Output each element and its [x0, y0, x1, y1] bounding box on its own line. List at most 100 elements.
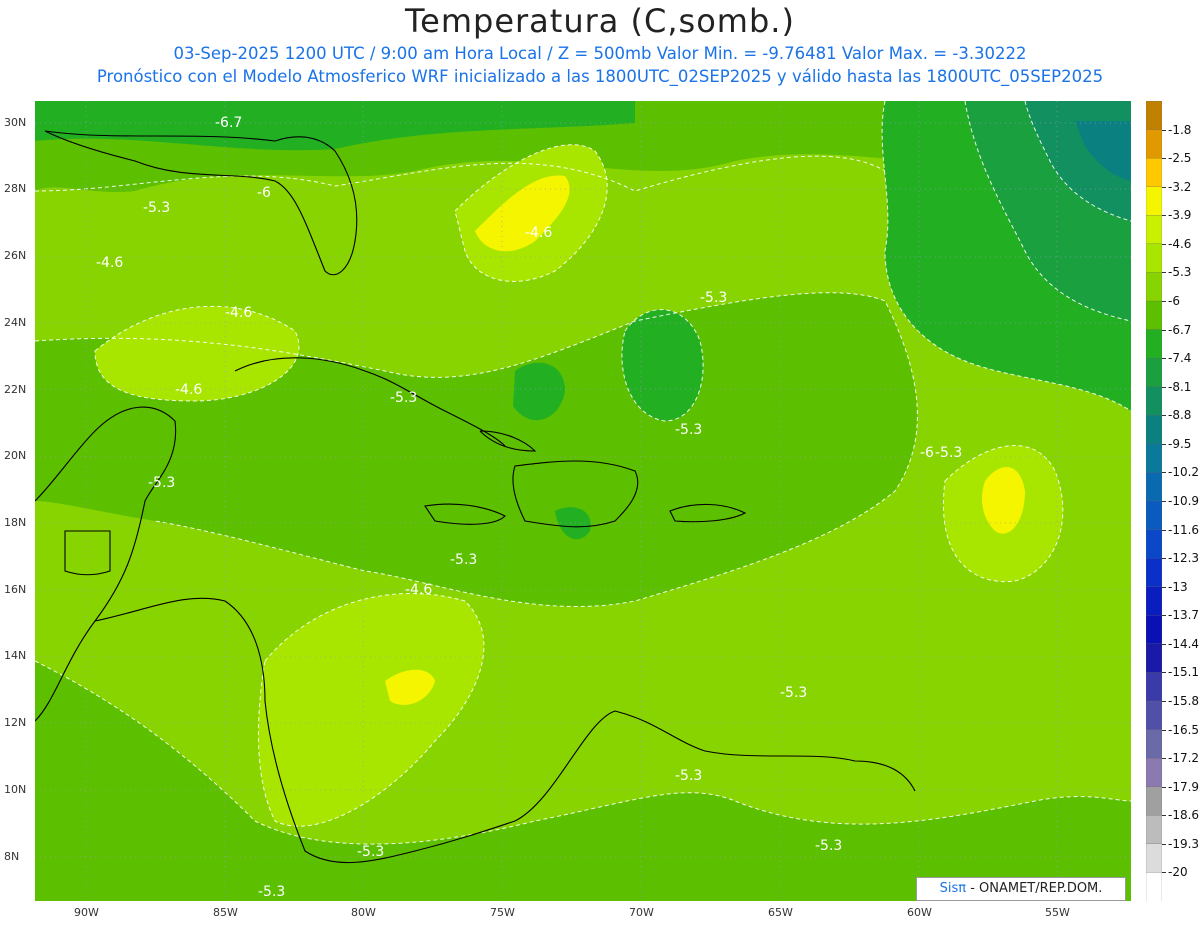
temperature-map [35, 101, 1131, 901]
colorbar-tick [1162, 643, 1166, 645]
lon-label: 65W [768, 906, 793, 919]
colorbar-label: -2.5 [1168, 151, 1192, 166]
colorbar-label: -8.1 [1168, 379, 1192, 394]
contour-label: -5.3 [675, 768, 703, 784]
colorbar-label: -10.2 [1168, 465, 1200, 480]
colorbar-swatch [1146, 129, 1162, 159]
colorbar-label: -20 [1168, 865, 1188, 880]
colorbar-swatch [1146, 186, 1162, 216]
contour-label: -5.3 [700, 290, 728, 306]
colorbar-tick [1162, 758, 1166, 760]
contour-label: -4.6 [175, 382, 203, 398]
colorbar-label: -8.8 [1168, 408, 1192, 423]
colorbar-swatch [1146, 157, 1162, 188]
lat-label: 22N [4, 383, 27, 396]
lat-label: 10N [4, 783, 27, 796]
colorbar-swatch [1146, 786, 1162, 816]
colorbar-swatch [1146, 615, 1162, 645]
colorbar-swatch [1146, 729, 1162, 759]
chart-title: Temperatura (C,somb.) [405, 2, 795, 40]
sispi-logo-text: Sisπ [939, 881, 967, 896]
colorbar-label: -3.2 [1168, 179, 1192, 194]
lon-label: 85W [213, 906, 238, 919]
colorbar-tick [1162, 472, 1166, 474]
colorbar-swatch [1146, 529, 1162, 559]
contour-label: -5.3 [780, 685, 808, 701]
contour-label: -5.3 [148, 475, 176, 491]
colorbar-swatch [1146, 672, 1162, 702]
colorbar-label: -16.5 [1168, 722, 1200, 737]
lon-label: 75W [490, 906, 515, 919]
colorbar-swatch [1146, 815, 1162, 845]
colorbar-swatch [1146, 357, 1162, 388]
lat-label: 30N [4, 116, 27, 129]
lat-label: 26N [4, 249, 27, 262]
colorbar-label: -10.9 [1168, 494, 1200, 508]
contour-label: -5.3 [143, 200, 171, 216]
lon-label: 70W [629, 906, 654, 919]
contour-label: -4.6 [225, 305, 253, 321]
colorbar-swatch [1146, 101, 1162, 131]
colorbar-tick [1162, 243, 1166, 245]
colorbar-swatch [1146, 643, 1162, 674]
colorbar-label: -19.3 [1168, 836, 1200, 851]
lat-label: 14N [4, 649, 27, 662]
colorbar-label: -9.5 [1168, 436, 1192, 451]
colorbar-tick [1162, 158, 1166, 160]
colorbar-tick [1162, 786, 1166, 788]
colorbar-swatch [1146, 329, 1162, 359]
lat-label: 28N [4, 182, 27, 195]
subtitle-valid-time: 03-Sep-2025 1200 UTC / 9:00 am Hora Loca… [173, 44, 1027, 63]
colorbar-tick [1162, 872, 1166, 874]
contour-label: -4.6 [96, 255, 124, 271]
contour-label: -5.3 [390, 390, 418, 406]
contour-label: -5.3 [258, 884, 286, 900]
colorbar-tick [1162, 415, 1166, 417]
credit-text: - ONAMET/REP.DOM. [966, 881, 1103, 896]
lat-label: 12N [4, 716, 27, 729]
contour-label: -6 [920, 445, 934, 461]
colorbar-tick [1162, 729, 1166, 731]
colorbar-label: -5.3 [1168, 265, 1192, 280]
colorbar-tick [1162, 501, 1166, 502]
colorbar-tick [1162, 358, 1166, 360]
colorbar-tick [1162, 815, 1166, 817]
colorbar [1146, 101, 1162, 901]
colorbar-tick [1162, 386, 1166, 388]
colorbar-tick [1162, 301, 1166, 302]
colorbar-label: -1.8 [1168, 122, 1192, 137]
colorbar-label: -15.1 [1168, 665, 1200, 680]
colorbar-tick [1162, 272, 1166, 274]
contour-label: -5.3 [675, 422, 703, 438]
lon-label: 55W [1045, 906, 1070, 919]
colorbar-label: -7.4 [1168, 351, 1192, 366]
colorbar-label: -6 [1168, 294, 1180, 308]
lat-label: 20N [4, 449, 27, 462]
subtitle-model-info: Pronóstico con el Modelo Atmosferico WRF… [96, 67, 1104, 86]
colorbar-tick [1162, 672, 1166, 674]
lat-label: 24N [4, 316, 27, 329]
colorbar-swatch [1146, 586, 1162, 616]
lat-label: 18N [4, 516, 27, 529]
colorbar-swatch [1146, 386, 1162, 416]
colorbar-swatch [1146, 215, 1162, 245]
colorbar-tick [1162, 586, 1166, 588]
colorbar-label: -13.7 [1168, 608, 1200, 623]
lon-label: 90W [74, 906, 99, 919]
contour-label: -5.3 [357, 844, 385, 860]
colorbar-label: -11.6 [1168, 522, 1200, 537]
colorbar-tick [1162, 186, 1166, 188]
contour-label: -5.3 [815, 838, 843, 854]
colorbar-label: -14.4 [1168, 636, 1200, 651]
contour-label: -6.7 [215, 115, 243, 131]
colorbar-label: -15.8 [1168, 694, 1200, 708]
colorbar-swatch [1146, 557, 1162, 588]
colorbar-tick [1162, 615, 1166, 617]
colorbar-label: -12.3 [1168, 551, 1200, 566]
contour-label: -6 [257, 185, 271, 201]
colorbar-label: -18.6 [1168, 808, 1200, 823]
colorbar-tick [1162, 701, 1166, 702]
colorbar-swatch [1146, 415, 1162, 445]
colorbar-swatch [1146, 272, 1162, 302]
contour-label: -5.3 [935, 445, 963, 461]
